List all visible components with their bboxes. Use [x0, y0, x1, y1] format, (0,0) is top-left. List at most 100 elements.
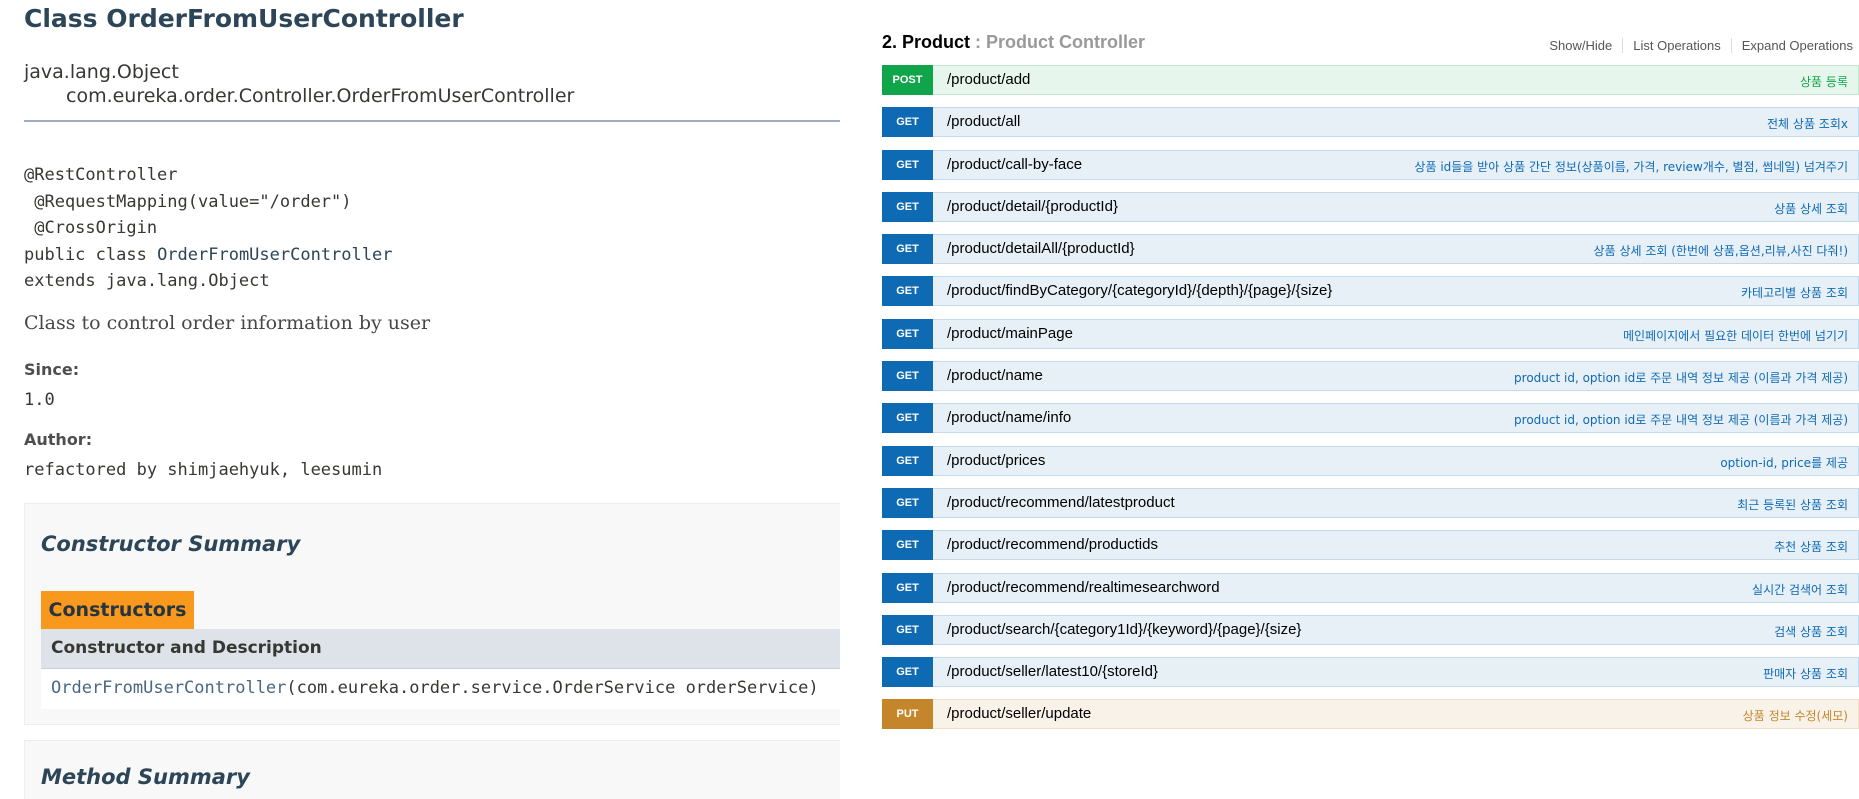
operation-summary[interactable]: product id, option id로 주문 내역 정보 제공 (이름과 … — [1514, 411, 1848, 428]
since-label: Since: — [24, 360, 80, 379]
http-method-badge[interactable]: GET — [882, 530, 933, 561]
annotation-rest-controller: @RestController — [24, 165, 178, 185]
http-method-badge[interactable]: GET — [882, 191, 933, 222]
operation-summary[interactable]: option-id, price를 제공 — [1720, 454, 1848, 471]
list-operations-link[interactable]: List Operations — [1623, 38, 1732, 53]
javadoc-panel: Class OrderFromUserController java.lang.… — [0, 0, 840, 799]
operation-row[interactable]: GET/product/name/info product id, option … — [882, 403, 1859, 434]
operation-row[interactable]: GET/product/name product id, option id로 주… — [882, 361, 1859, 392]
http-method-badge[interactable]: GET — [882, 234, 933, 265]
http-method-badge[interactable]: GET — [882, 445, 933, 476]
operation-row[interactable]: PUT/product/seller/update 상품 정보 수정(세모) — [882, 699, 1859, 730]
operation-row[interactable]: GET/product/detail/{productId} 상품 상세 조회 — [882, 191, 1859, 222]
http-method-badge[interactable]: GET — [882, 149, 933, 180]
http-method-badge[interactable]: GET — [882, 318, 933, 349]
operation-summary[interactable]: 상품 등록 — [1800, 73, 1848, 90]
inheritance-child: com.eureka.order.Controller.OrderFromUse… — [66, 85, 575, 107]
inheritance-parent: java.lang.Object — [24, 61, 179, 83]
operation-path[interactable]: /product/detailAll/{productId} — [947, 240, 1135, 257]
constructor-params: (com.eureka.order.service.OrderService o… — [286, 678, 819, 698]
operation-row[interactable]: GET/product/all 전체 상품 조회x — [882, 107, 1859, 138]
resource-heading[interactable]: 2. Product : Product Controller — [882, 32, 1145, 53]
operation-summary[interactable]: 검색 상품 조회 — [1774, 623, 1848, 640]
operation-row[interactable]: GET/product/recommend/realtimesearchword… — [882, 572, 1859, 603]
operation-row[interactable]: GET/product/detailAll/{productId} 상품 상세 조… — [882, 234, 1859, 265]
operation-path[interactable]: /product/recommend/productids — [947, 536, 1158, 553]
class-description: Class to control order information by us… — [24, 312, 431, 334]
class-declaration: @RestController @RequestMapping(value="/… — [24, 162, 392, 295]
operation-summary[interactable]: product id, option id로 주문 내역 정보 제공 (이름과 … — [1514, 369, 1848, 386]
operation-path[interactable]: /product/detail/{productId} — [947, 198, 1118, 215]
operation-summary[interactable]: 카테고리별 상품 조회 — [1741, 284, 1848, 301]
declaration-class-name: OrderFromUserController — [157, 244, 393, 265]
declaration-prefix: public class — [24, 244, 158, 265]
operation-path[interactable]: /product/call-by-face — [947, 156, 1082, 173]
http-method-badge[interactable]: GET — [882, 361, 933, 392]
swagger-panel: 2. Product : Product Controller Show/Hid… — [870, 0, 1859, 799]
inheritance-tree: java.lang.Object com.eureka.order.Contro… — [24, 60, 574, 108]
http-method-badge[interactable]: GET — [882, 487, 933, 518]
author-label: Author: — [24, 430, 93, 449]
since-value: 1.0 — [24, 390, 55, 410]
resource-separator: : — [970, 32, 987, 52]
http-method-badge[interactable]: GET — [882, 276, 933, 307]
operation-summary[interactable]: 상품 상세 조회 (한번에 상품,옵션,리뷰,사진 다줘!) — [1594, 242, 1848, 259]
operation-summary[interactable]: 최근 등록된 상품 조회 — [1737, 496, 1848, 513]
constructor-summary-heading: Constructor Summary — [41, 532, 301, 556]
operation-path[interactable]: /product/recommend/realtimesearchword — [947, 579, 1220, 596]
constructor-table-header: Constructor and Description — [41, 629, 840, 669]
operation-summary[interactable]: 실시간 검색어 조회 — [1752, 581, 1848, 598]
tab-constructors[interactable]: Constructors — [41, 591, 194, 629]
operation-path[interactable]: /product/name — [947, 367, 1043, 384]
operation-summary[interactable]: 판매자 상품 조회 — [1763, 665, 1848, 682]
http-method-badge[interactable]: PUT — [882, 699, 933, 730]
operation-summary[interactable]: 상품 정보 수정(세모) — [1743, 707, 1848, 724]
operation-path[interactable]: /product/findByCategory/{categoryId}/{de… — [947, 282, 1332, 299]
constructor-link[interactable]: OrderFromUserController — [51, 678, 286, 698]
operation-path[interactable]: /product/seller/update — [947, 705, 1091, 722]
http-method-badge[interactable]: GET — [882, 614, 933, 645]
resource-number[interactable]: 2. Product — [882, 32, 970, 52]
operation-path[interactable]: /product/search/{category1Id}/{keyword}/… — [947, 621, 1301, 638]
operation-row[interactable]: GET/product/findByCategory/{categoryId}/… — [882, 276, 1859, 307]
operation-summary[interactable]: 메인페이지에서 필요한 데이터 한번에 넘기기 — [1623, 327, 1848, 344]
constructor-summary: Constructor Summary Constructors Constru… — [24, 503, 840, 725]
http-method-badge[interactable]: GET — [882, 403, 933, 434]
http-method-badge[interactable]: GET — [882, 572, 933, 603]
operation-path[interactable]: /product/name/info — [947, 409, 1071, 426]
operation-path[interactable]: /product/prices — [947, 452, 1045, 469]
operation-row[interactable]: POST/product/add 상품 등록 — [882, 65, 1859, 95]
http-method-badge[interactable]: GET — [882, 107, 933, 138]
table-row: OrderFromUserController(com.eureka.order… — [41, 669, 840, 709]
expand-operations-link[interactable]: Expand Operations — [1732, 38, 1853, 53]
class-title: Class OrderFromUserController — [24, 4, 464, 33]
operation-row[interactable]: GET/product/mainPage 메인페이지에서 필요한 데이터 한번에 … — [882, 318, 1859, 349]
operation-row[interactable]: GET/product/recommend/latestproduct 최근 등록… — [882, 487, 1859, 518]
operation-path[interactable]: /product/add — [947, 71, 1030, 88]
operation-row[interactable]: GET/product/recommend/productids 추천 상품 조회 — [882, 530, 1859, 561]
operation-path[interactable]: /product/recommend/latestproduct — [947, 494, 1175, 511]
annotation-cross-origin: @CrossOrigin — [24, 218, 158, 238]
operation-path[interactable]: /product/seller/latest10/{storeId} — [947, 663, 1158, 680]
operation-row[interactable]: GET/product/prices option-id, price를 제공 — [882, 445, 1859, 476]
operation-path[interactable]: /product/mainPage — [947, 325, 1073, 342]
resource-description: Product Controller — [986, 32, 1146, 52]
operation-summary[interactable]: 전체 상품 조회x — [1767, 115, 1848, 132]
operation-summary[interactable]: 추천 상품 조회 — [1774, 538, 1848, 555]
author-value: refactored by shimjaehyuk, leesumin — [24, 460, 383, 480]
show-hide-link[interactable]: Show/Hide — [1539, 38, 1624, 53]
http-method-badge[interactable]: GET — [882, 657, 933, 688]
http-method-badge[interactable]: POST — [882, 65, 933, 95]
operation-path[interactable]: /product/all — [947, 113, 1020, 130]
operation-row[interactable]: GET/product/search/{category1Id}/{keywor… — [882, 614, 1859, 645]
operation-row[interactable]: GET/product/call-by-face 상품 id들을 받아 상품 간단… — [882, 149, 1859, 180]
constructor-signature: OrderFromUserController(com.eureka.order… — [51, 678, 819, 698]
declaration-extends: extends java.lang.Object — [24, 271, 270, 291]
operation-summary[interactable]: 상품 id들을 받아 상품 간단 정보(상품이름, 가격, review개수, … — [1414, 158, 1848, 175]
method-summary-heading: Method Summary — [41, 765, 250, 789]
operations-list: POST/product/add 상품 등록 GET/product/all 전체 상… — [882, 65, 1859, 742]
operation-summary[interactable]: 상품 상세 조회 — [1774, 200, 1848, 217]
operation-row[interactable]: GET/product/seller/latest10/{storeId} 판매자… — [882, 657, 1859, 688]
column-header: Constructor and Description — [51, 638, 322, 658]
resource-options: Show/Hide List Operations Expand Operation… — [1539, 38, 1853, 53]
